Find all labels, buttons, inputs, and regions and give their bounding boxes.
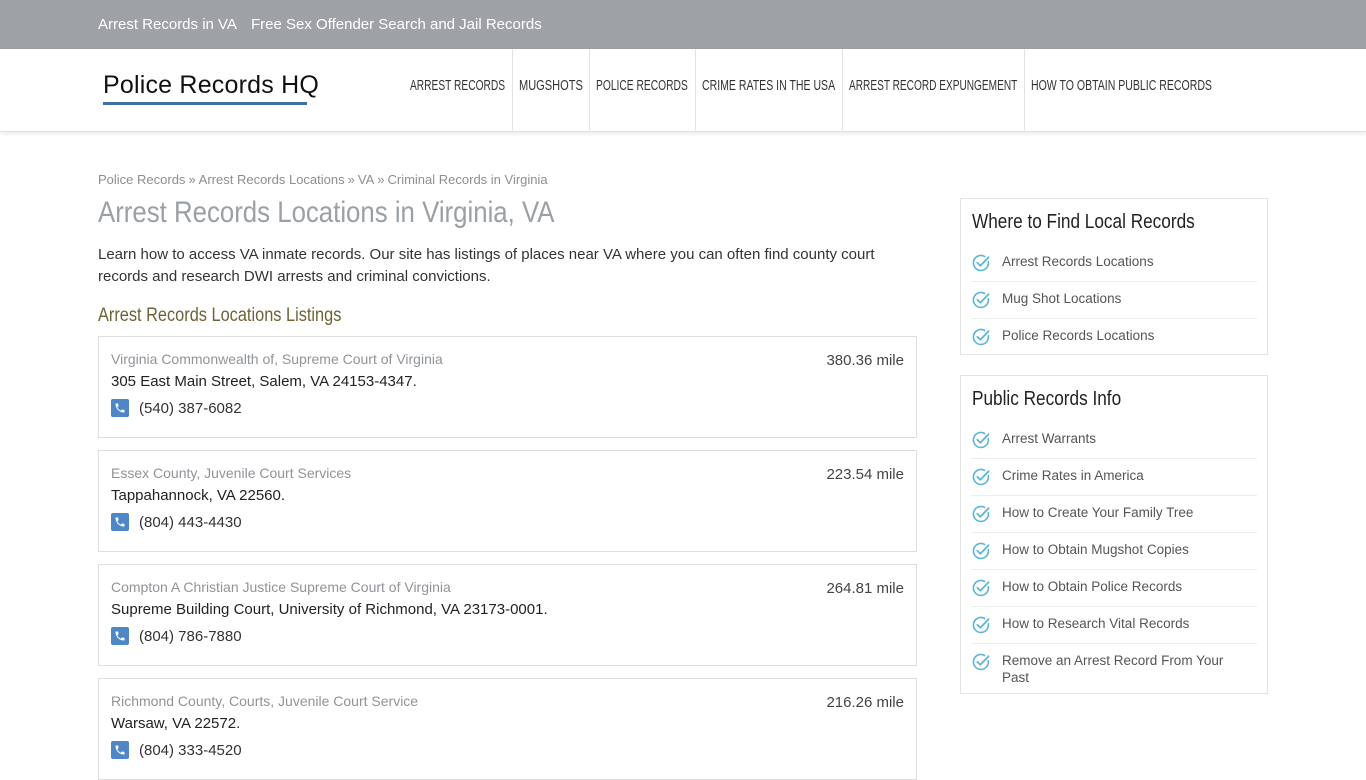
site-header: Police Records HQ ARREST RECORDS MUGSHOT… (0, 49, 1366, 132)
listing-card: Virginia Commonwealth of, Supreme Court … (98, 336, 917, 438)
listing-address: Warsaw, VA 22572. (111, 715, 241, 732)
listing-card: Essex County, Juvenile Court Services 22… (98, 450, 917, 552)
nav-crime-rates[interactable]: CRIME RATES IN THE USA (702, 49, 835, 132)
listing-distance: 380.36 mile (826, 352, 904, 369)
topbar-link-arrest-records-va[interactable]: Arrest Records in VA (98, 16, 237, 33)
check-circle-icon (972, 579, 990, 597)
breadcrumb-police-records[interactable]: Police Records (98, 172, 185, 187)
breadcrumb-va[interactable]: VA (358, 172, 374, 187)
sidebar-item-label: How to Obtain Mugshot Copies (1002, 542, 1189, 557)
sidebar-item-family-tree[interactable]: How to Create Your Family Tree (971, 496, 1257, 533)
nav-divider (842, 49, 843, 132)
listing-distance: 216.26 mile (826, 694, 904, 711)
logo-text: Police Records HQ (103, 71, 319, 99)
check-circle-icon (972, 254, 990, 272)
listing-name[interactable]: Essex County, Juvenile Court Services (111, 465, 351, 481)
breadcrumb-separator: » (347, 172, 355, 187)
nav-label: ARREST RECORD EXPUNGEMENT (849, 78, 1018, 94)
listing-address: Supreme Building Court, University of Ri… (111, 601, 548, 618)
sidebar-item-arrest-warrants[interactable]: Arrest Warrants (971, 422, 1257, 459)
sidebar-item-label: Police Records Locations (1002, 328, 1155, 343)
intro-text: Learn how to access VA inmate records. O… (98, 246, 875, 285)
widget-title: Public Records Info (972, 388, 1122, 410)
listing-distance: 223.54 mile (826, 466, 904, 483)
listing-phone[interactable]: (540) 387-6082 (139, 400, 242, 417)
check-circle-icon (972, 616, 990, 634)
sidebar-item-label: How to Research Vital Records (1002, 616, 1190, 631)
widget-list: Arrest Records Locations Mug Shot Locati… (971, 245, 1257, 356)
sidebar-item-police-records-locations[interactable]: Police Records Locations (971, 319, 1257, 356)
sidebar-item-label: Crime Rates in America (1002, 468, 1144, 483)
sidebar-item-label: How to Create Your Family Tree (1002, 505, 1194, 520)
breadcrumb-arrest-records-locations[interactable]: Arrest Records Locations (199, 172, 345, 187)
nav-divider (512, 49, 513, 132)
nav-arrest-records[interactable]: ARREST RECORDS (410, 49, 505, 132)
check-circle-icon (972, 505, 990, 523)
sidebar-item-remove-arrest-record[interactable]: Remove an Arrest Record From Your Past (971, 644, 1257, 694)
top-bar: Arrest Records in VA Free Sex Offender S… (0, 0, 1366, 49)
listing-card: Compton A Christian Justice Supreme Cour… (98, 564, 917, 666)
sidebar-item-crime-rates-in-america[interactable]: Crime Rates in America (971, 459, 1257, 496)
nav-arrest-record-expungement[interactable]: ARREST RECORD EXPUNGEMENT (849, 49, 1017, 132)
listing-name[interactable]: Virginia Commonwealth of, Supreme Court … (111, 351, 443, 367)
breadcrumb-separator: » (188, 172, 196, 187)
phone-icon (111, 741, 129, 759)
breadcrumb-criminal-records-virginia[interactable]: Criminal Records in Virginia (387, 172, 547, 187)
listing-address: Tappahannock, VA 22560. (111, 487, 286, 504)
listing-phone[interactable]: (804) 333-4520 (139, 742, 242, 759)
sidebar-item-mugshot-copies[interactable]: How to Obtain Mugshot Copies (971, 533, 1257, 570)
listing-distance: 264.81 mile (826, 580, 904, 597)
logo-underline (103, 102, 307, 105)
listing-address: 305 East Main Street, Salem, VA 24153-43… (111, 373, 417, 390)
listing-name[interactable]: Richmond County, Courts, Juvenile Court … (111, 693, 418, 709)
check-circle-icon (972, 542, 990, 560)
nav-label: CRIME RATES IN THE USA (702, 78, 836, 94)
nav-label: HOW TO OBTAIN PUBLIC RECORDS (1031, 78, 1212, 94)
nav-label: ARREST RECORDS (410, 78, 506, 94)
listing-phone[interactable]: (804) 443-4430 (139, 514, 242, 531)
listing-card: Richmond County, Courts, Juvenile Court … (98, 678, 917, 780)
widget-title: Where to Find Local Records (972, 211, 1195, 233)
listing-phone[interactable]: (804) 786-7880 (139, 628, 242, 645)
topbar-link-sex-offender-search[interactable]: Free Sex Offender Search and Jail Record… (251, 16, 542, 33)
phone-icon (111, 513, 129, 531)
sidebar-item-label: Arrest Warrants (1002, 431, 1097, 446)
listings-title: Arrest Records Locations Listings (98, 305, 342, 326)
page-title: Arrest Records Locations in Virginia, VA (98, 196, 555, 229)
nav-how-to-obtain-public-records[interactable]: HOW TO OBTAIN PUBLIC RECORDS (1031, 49, 1212, 132)
sidebar-item-arrest-records-locations[interactable]: Arrest Records Locations (971, 245, 1257, 282)
widget-list: Arrest Warrants Crime Rates in America H… (971, 422, 1257, 694)
check-circle-icon (972, 468, 990, 486)
phone-icon (111, 399, 129, 417)
nav-divider (695, 49, 696, 132)
nav-divider (1024, 49, 1025, 132)
site-logo[interactable]: Police Records HQ (103, 71, 319, 107)
sidebar-item-vital-records[interactable]: How to Research Vital Records (971, 607, 1257, 644)
nav-divider (589, 49, 590, 132)
sidebar-item-label: How to Obtain Police Records (1002, 579, 1183, 594)
listing-name[interactable]: Compton A Christian Justice Supreme Cour… (111, 579, 451, 595)
check-circle-icon (972, 431, 990, 449)
sidebar-item-label: Remove an Arrest Record From Your Past (1002, 653, 1224, 685)
check-circle-icon (972, 328, 990, 346)
nav-mugshots[interactable]: MUGSHOTS (519, 49, 583, 132)
sidebar-item-mug-shot-locations[interactable]: Mug Shot Locations (971, 282, 1257, 319)
nav-label: POLICE RECORDS (596, 78, 688, 94)
check-circle-icon (972, 653, 990, 671)
sidebar-item-obtain-police-records[interactable]: How to Obtain Police Records (971, 570, 1257, 607)
nav-label: MUGSHOTS (519, 78, 583, 94)
sidebar-widget-public-records-info: Public Records Info Arrest Warrants Crim… (960, 375, 1268, 694)
phone-icon (111, 627, 129, 645)
sidebar-widget-local-records: Where to Find Local Records Arrest Recor… (960, 198, 1268, 355)
sidebar-item-label: Mug Shot Locations (1002, 291, 1122, 306)
nav-police-records[interactable]: POLICE RECORDS (596, 49, 688, 132)
sidebar-item-label: Arrest Records Locations (1002, 254, 1154, 269)
breadcrumb: Police Records» Arrest Records Locations»… (98, 172, 548, 187)
breadcrumb-separator: » (377, 172, 385, 187)
check-circle-icon (972, 291, 990, 309)
